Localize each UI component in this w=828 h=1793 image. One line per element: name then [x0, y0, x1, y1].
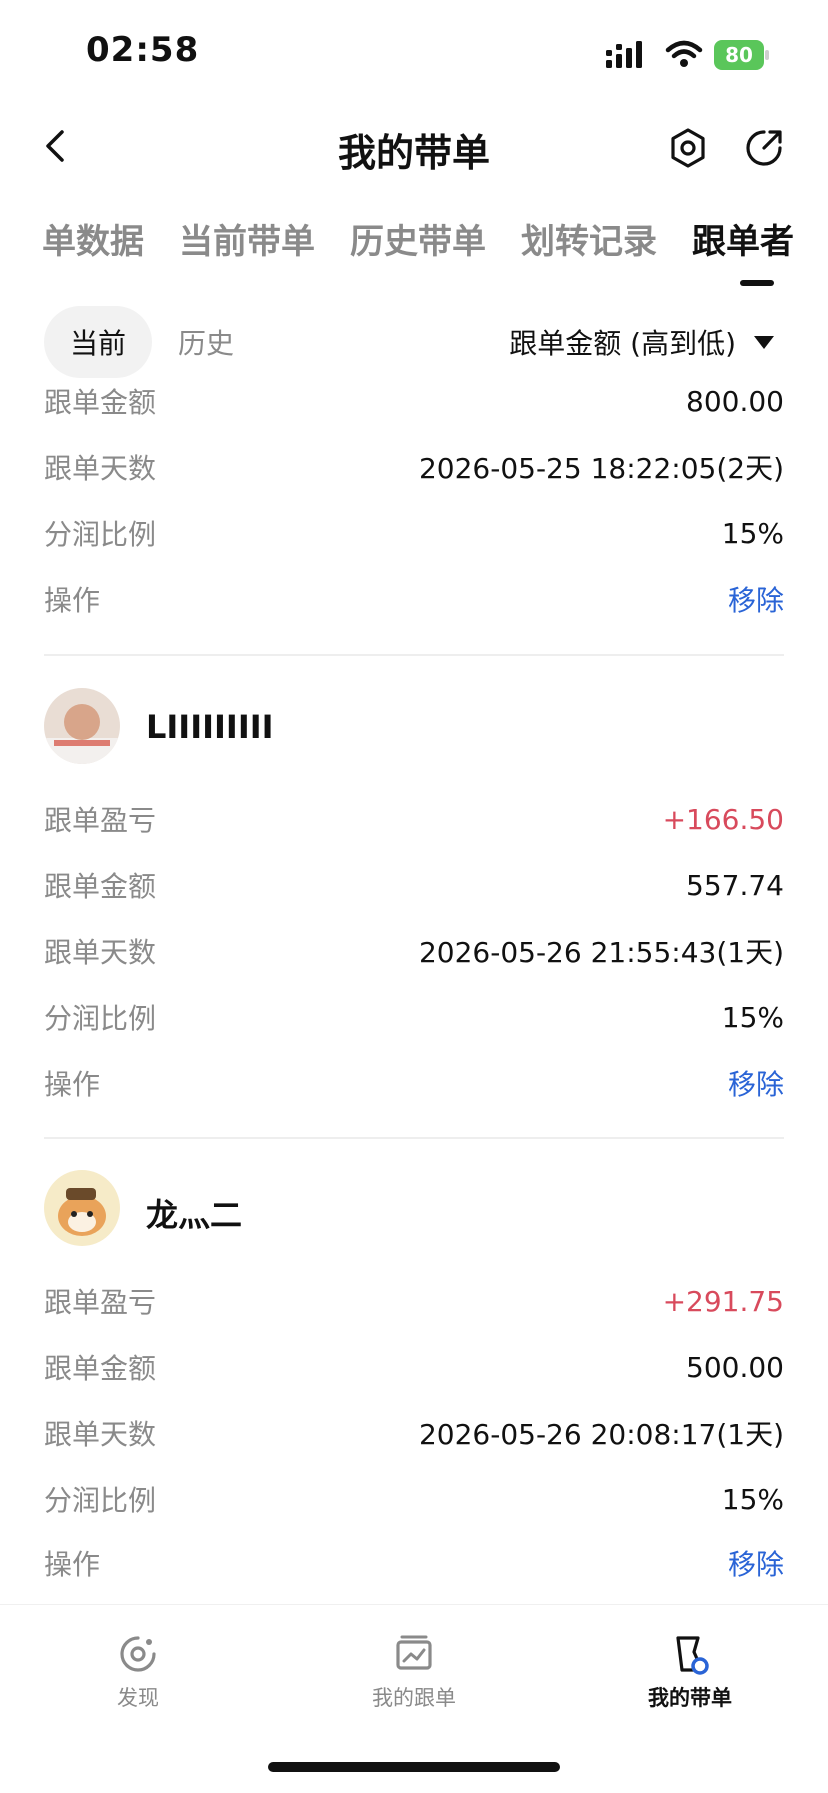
- battery-indicator: 80: [714, 40, 770, 70]
- row-follow-amount: 跟单金额 500.00: [44, 1334, 784, 1400]
- remove-button[interactable]: 移除: [728, 1063, 784, 1103]
- row-action: 操作 移除: [44, 1050, 784, 1116]
- nav-discover[interactable]: 发现: [48, 1632, 228, 1712]
- nav-my-lead[interactable]: 我的带单: [600, 1632, 780, 1712]
- avatar[interactable]: [44, 688, 120, 764]
- tab-current-lead[interactable]: 当前带单: [179, 214, 315, 263]
- row-follow-pnl: 跟单盈亏 +291.75: [44, 1268, 784, 1334]
- wifi-icon: [665, 40, 703, 67]
- row-label: 分润比例: [44, 1484, 157, 1517]
- lead-icon: [676, 1636, 709, 1675]
- sort-label: 跟单金额 (高到低): [509, 327, 736, 360]
- row-follow-days: 跟单天数 2026-05-25 18:22:05(2天): [44, 434, 784, 500]
- row-value: 2026-05-25 18:22:05(2天): [418, 452, 784, 485]
- row-label: 操作: [44, 1548, 101, 1581]
- avatar[interactable]: [44, 1170, 120, 1246]
- row-follow-pnl: 跟单盈亏 +166.50: [44, 786, 784, 852]
- chart-icon: [396, 1635, 432, 1670]
- row-label: 跟单金额: [44, 386, 157, 419]
- row-value: +166.50: [662, 802, 784, 836]
- home-indicator: [268, 1762, 560, 1772]
- tab-data[interactable]: 单数据: [42, 214, 144, 263]
- row-follow-days: 跟单天数 2026-05-26 20:08:17(1天): [44, 1400, 784, 1466]
- row-value: 800.00: [686, 384, 784, 418]
- row-value: +291.75: [662, 1284, 784, 1318]
- tab-history-lead[interactable]: 历史带单: [350, 214, 486, 263]
- follower-name: 龙灬二: [146, 1196, 243, 1234]
- settings-icon[interactable]: [666, 126, 710, 170]
- row-label: 操作: [44, 584, 101, 617]
- row-label: 跟单天数: [44, 1418, 157, 1451]
- row-value: 2026-05-26 21:55:43(1天): [418, 936, 784, 969]
- nav-label: 我的跟单: [372, 1686, 456, 1710]
- nav-my-follow[interactable]: 我的跟单: [324, 1632, 504, 1712]
- row-follow-days: 跟单天数 2026-05-26 21:55:43(1天): [44, 918, 784, 984]
- row-profit-share: 分润比例 15%: [44, 500, 784, 566]
- divider: [44, 1137, 784, 1139]
- remove-button[interactable]: 移除: [728, 1543, 784, 1583]
- row-value: 15%: [721, 516, 784, 550]
- row-value: 15%: [721, 1000, 784, 1034]
- nav-label: 发现: [117, 1686, 159, 1710]
- row-label: 跟单盈亏: [44, 804, 157, 837]
- row-label: 分润比例: [44, 1002, 157, 1035]
- remove-button[interactable]: 移除: [728, 579, 784, 619]
- row-action: 操作 移除: [44, 1530, 784, 1596]
- follower-name: LIIIIIIIII: [146, 708, 274, 746]
- active-tab-indicator: [740, 280, 774, 286]
- row-value: 15%: [721, 1482, 784, 1516]
- divider: [44, 654, 784, 656]
- share-icon[interactable]: [742, 126, 786, 170]
- row-label: 操作: [44, 1068, 101, 1101]
- row-value: 2026-05-26 20:08:17(1天): [418, 1418, 784, 1451]
- row-action: 操作 移除: [44, 566, 784, 632]
- battery-level: 80: [725, 43, 753, 67]
- row-profit-share: 分润比例 15%: [44, 984, 784, 1050]
- tab-bar: 单数据 当前带单 历史带单 划转记录 跟单者: [42, 214, 794, 263]
- row-label: 跟单天数: [44, 452, 157, 485]
- row-label: 分润比例: [44, 518, 157, 551]
- row-follow-amount: 跟单金额 800.00: [44, 368, 784, 434]
- row-label: 跟单金额: [44, 870, 157, 903]
- discover-icon: [120, 1636, 156, 1672]
- caret-down-icon: [754, 335, 774, 349]
- tab-transfer-records[interactable]: 划转记录: [521, 214, 657, 263]
- row-value: 557.74: [686, 868, 784, 902]
- signal-icon: [606, 41, 642, 68]
- row-label: 跟单金额: [44, 1352, 157, 1385]
- nav-label: 我的带单: [648, 1686, 732, 1710]
- status-time: 02:58: [86, 30, 200, 70]
- row-value: 500.00: [686, 1350, 784, 1384]
- row-profit-share: 分润比例 15%: [44, 1466, 784, 1532]
- tab-followers[interactable]: 跟单者: [692, 214, 794, 263]
- row-follow-amount: 跟单金额 557.74: [44, 852, 784, 918]
- row-label: 跟单盈亏: [44, 1286, 157, 1319]
- row-label: 跟单天数: [44, 936, 157, 969]
